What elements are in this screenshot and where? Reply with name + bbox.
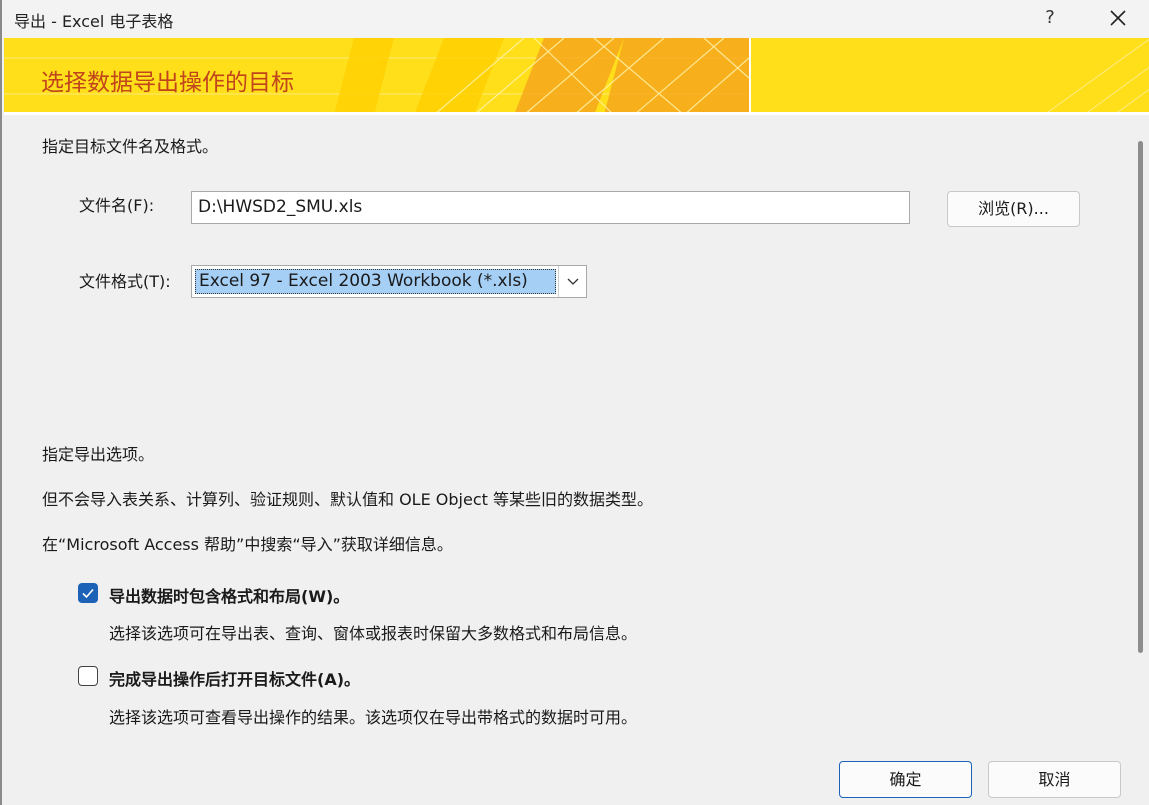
- target-intro: 指定目标文件名及格式。: [42, 137, 219, 156]
- close-icon: [1110, 10, 1126, 26]
- cancel-button[interactable]: 取消: [988, 761, 1121, 798]
- options-note-legacy-types: 但不会导入表关系、计算列、验证规则、默认值和 OLE Object 等某些旧的数…: [42, 490, 653, 509]
- chevron-down-icon: [567, 278, 579, 285]
- close-button[interactable]: [1100, 2, 1136, 34]
- ok-button[interactable]: 确定: [839, 761, 972, 798]
- checkbox-open-target-file[interactable]: [78, 666, 98, 686]
- format-selected-value: Excel 97 - Excel 2003 Workbook (*.xls): [195, 269, 556, 294]
- dropdown-arrow[interactable]: [558, 266, 586, 297]
- help-button[interactable]: ?: [1038, 4, 1062, 32]
- export-dialog: 导出 - Excel 电子表格 ? 选择数据导出操作的目标 指定目标文件名及格式…: [0, 0, 1149, 805]
- vertical-scrollbar[interactable]: [1131, 115, 1149, 748]
- browse-button[interactable]: 浏览(R)...: [947, 191, 1080, 227]
- title-bar[interactable]: 导出 - Excel 电子表格 ?: [2, 0, 1149, 38]
- option-include-formatting-label[interactable]: 导出数据时包含格式和布局(W)。: [109, 583, 349, 607]
- filename-input[interactable]: D:\HWSD2_SMU.xls: [191, 191, 910, 224]
- format-select[interactable]: Excel 97 - Excel 2003 Workbook (*.xls): [191, 265, 587, 298]
- options-intro: 指定导出选项。: [42, 445, 155, 464]
- checkbox-include-formatting[interactable]: [78, 583, 98, 603]
- scrollbar-thumb[interactable]: [1138, 141, 1143, 653]
- window-title: 导出 - Excel 电子表格: [14, 12, 174, 31]
- option-include-formatting-description: 选择该选项可在导出表、查询、窗体或报表时保留大多数格式和布局信息。: [109, 624, 638, 643]
- filename-label: 文件名(F):: [79, 196, 155, 215]
- header-banner: 选择数据导出操作的目标: [4, 38, 1149, 115]
- option-open-target-file-label[interactable]: 完成导出操作后打开目标文件(A)。: [109, 666, 360, 690]
- dialog-footer: [4, 748, 1149, 805]
- checkmark-icon: [82, 588, 94, 599]
- options-note-help: 在“Microsoft Access 帮助”中搜索“导入”获取详细信息。: [42, 535, 453, 554]
- page-heading: 选择数据导出操作的目标: [41, 70, 294, 96]
- format-label: 文件格式(T):: [79, 272, 171, 291]
- option-open-target-file-description: 选择该选项可查看导出操作的结果。该选项仅在导出带格式的数据时可用。: [109, 708, 638, 727]
